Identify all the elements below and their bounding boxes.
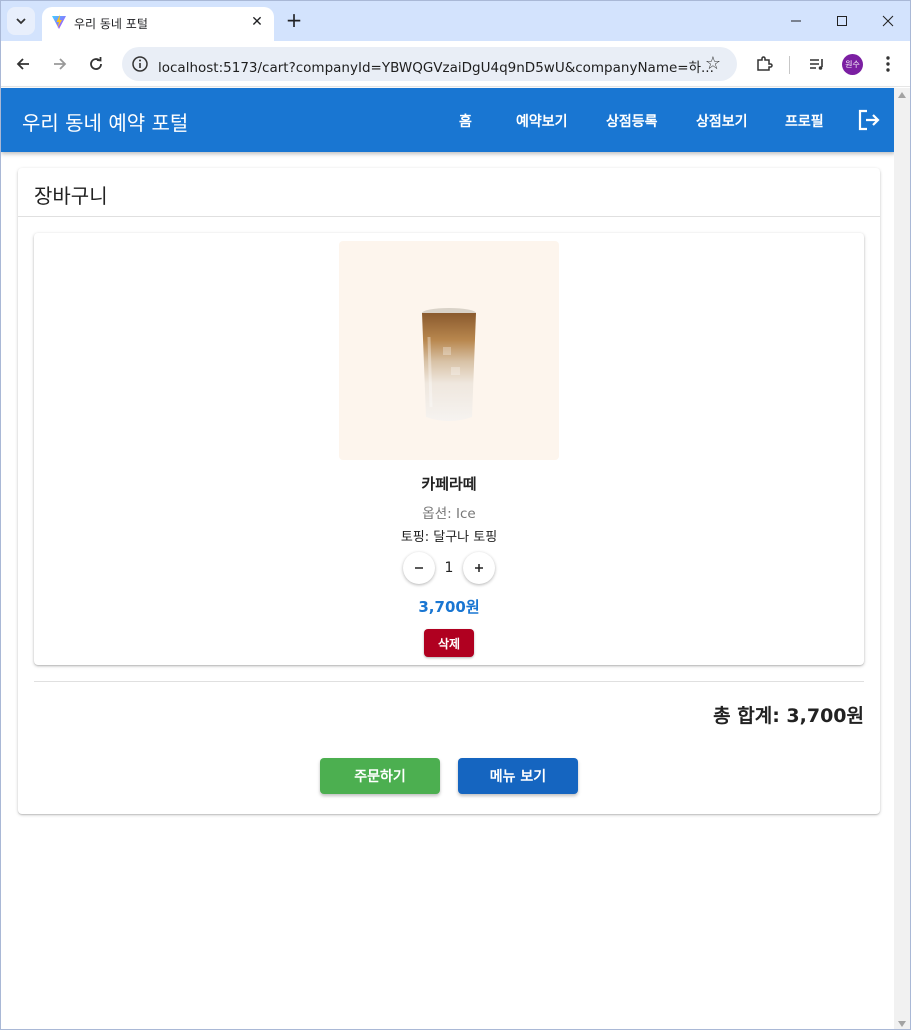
logout-icon[interactable] (857, 108, 881, 132)
item-topping: 토핑: 달구나 토핑 (400, 530, 498, 545)
arrow-left-icon (16, 58, 29, 70)
vite-logo-icon (52, 14, 66, 29)
forward-button[interactable] (47, 51, 73, 77)
item-name: 카페라떼 (421, 475, 477, 493)
close-window-button[interactable] (873, 9, 903, 33)
site-info-icon[interactable] (131, 55, 149, 73)
more-vert-icon (886, 56, 890, 72)
minimize-button[interactable] (781, 9, 811, 33)
maximize-icon (837, 16, 847, 26)
tab-search-button[interactable] (7, 7, 35, 35)
scroll-up-icon[interactable] (898, 92, 906, 98)
page-title: 장바구니 (34, 184, 108, 208)
page-scrollbar[interactable] (894, 88, 910, 1029)
menu-button[interactable] (877, 53, 899, 75)
new-tab-button[interactable]: + (283, 8, 305, 32)
item-price: 3,700원 (418, 598, 480, 616)
order-button[interactable]: 주문하기 (320, 758, 440, 794)
divider (34, 681, 864, 682)
cart-card: 장바구니 카페라떼 옵션: Ice 토핑: 달구나 토핑 1 3,700원 삭제… (18, 168, 880, 814)
profile-avatar[interactable]: 원수 (842, 54, 863, 75)
nav-profile[interactable]: 프로필 (785, 111, 824, 131)
close-icon (882, 15, 894, 27)
puzzle-icon (757, 56, 773, 71)
tab-strip: 우리 동네 포털 ✕ + (1, 1, 910, 41)
browser-window: 우리 동네 포털 ✕ + localhost:5173/cart?company… (0, 0, 911, 1030)
cafe-latte-image (422, 308, 476, 421)
nav-reservations[interactable]: 예약보기 (516, 111, 568, 131)
extensions-button[interactable] (753, 53, 775, 75)
item-option: 옵션: Ice (422, 506, 476, 522)
divider (18, 216, 880, 217)
nav-stores[interactable]: 상점보기 (696, 111, 748, 131)
cart-total: 총 합계: 3,700원 (713, 705, 864, 727)
reload-button[interactable] (83, 51, 109, 77)
product-image (339, 241, 559, 460)
nav-home[interactable]: 홈 (459, 111, 472, 131)
minus-icon (415, 567, 423, 569)
playlist-icon (810, 59, 823, 70)
plus-icon (475, 564, 483, 572)
address-bar[interactable]: localhost:5173/cart?companyId=YBWQGVzaiD… (122, 47, 737, 81)
media-button[interactable] (806, 53, 828, 75)
back-button[interactable] (10, 51, 36, 77)
url-text: localhost:5173/cart?companyId=YBWQGVzaiD… (158, 60, 714, 76)
toolbar-separator (789, 56, 790, 74)
bookmark-star-icon[interactable]: ☆ (703, 54, 723, 74)
tab-close-icon[interactable]: ✕ (248, 13, 266, 31)
nav-register-store[interactable]: 상점등록 (606, 111, 658, 131)
chevron-down-icon (16, 18, 26, 25)
scroll-down-icon[interactable] (898, 1021, 906, 1027)
tab-title: 우리 동네 포털 (74, 17, 148, 31)
cart-item: 카페라떼 옵션: Ice 토핑: 달구나 토핑 1 3,700원 삭제 (34, 233, 864, 665)
app-brand[interactable]: 우리 동네 예약 포털 (22, 107, 188, 136)
reload-icon (90, 57, 102, 70)
decrease-quantity-button[interactable] (403, 552, 435, 584)
maximize-button[interactable] (827, 9, 857, 33)
app-header: 우리 동네 예약 포털 홈 예약보기 상점등록 상점보기 프로필 (1, 88, 895, 152)
minimize-icon (791, 20, 801, 22)
browser-tab[interactable]: 우리 동네 포털 ✕ (42, 7, 274, 41)
view-menu-button[interactable]: 메뉴 보기 (458, 758, 578, 794)
increase-quantity-button[interactable] (463, 552, 495, 584)
delete-button[interactable]: 삭제 (424, 629, 474, 657)
quantity-value: 1 (444, 560, 454, 576)
browser-toolbar: localhost:5173/cart?companyId=YBWQGVzaiD… (1, 41, 910, 87)
arrow-right-icon (54, 58, 67, 70)
